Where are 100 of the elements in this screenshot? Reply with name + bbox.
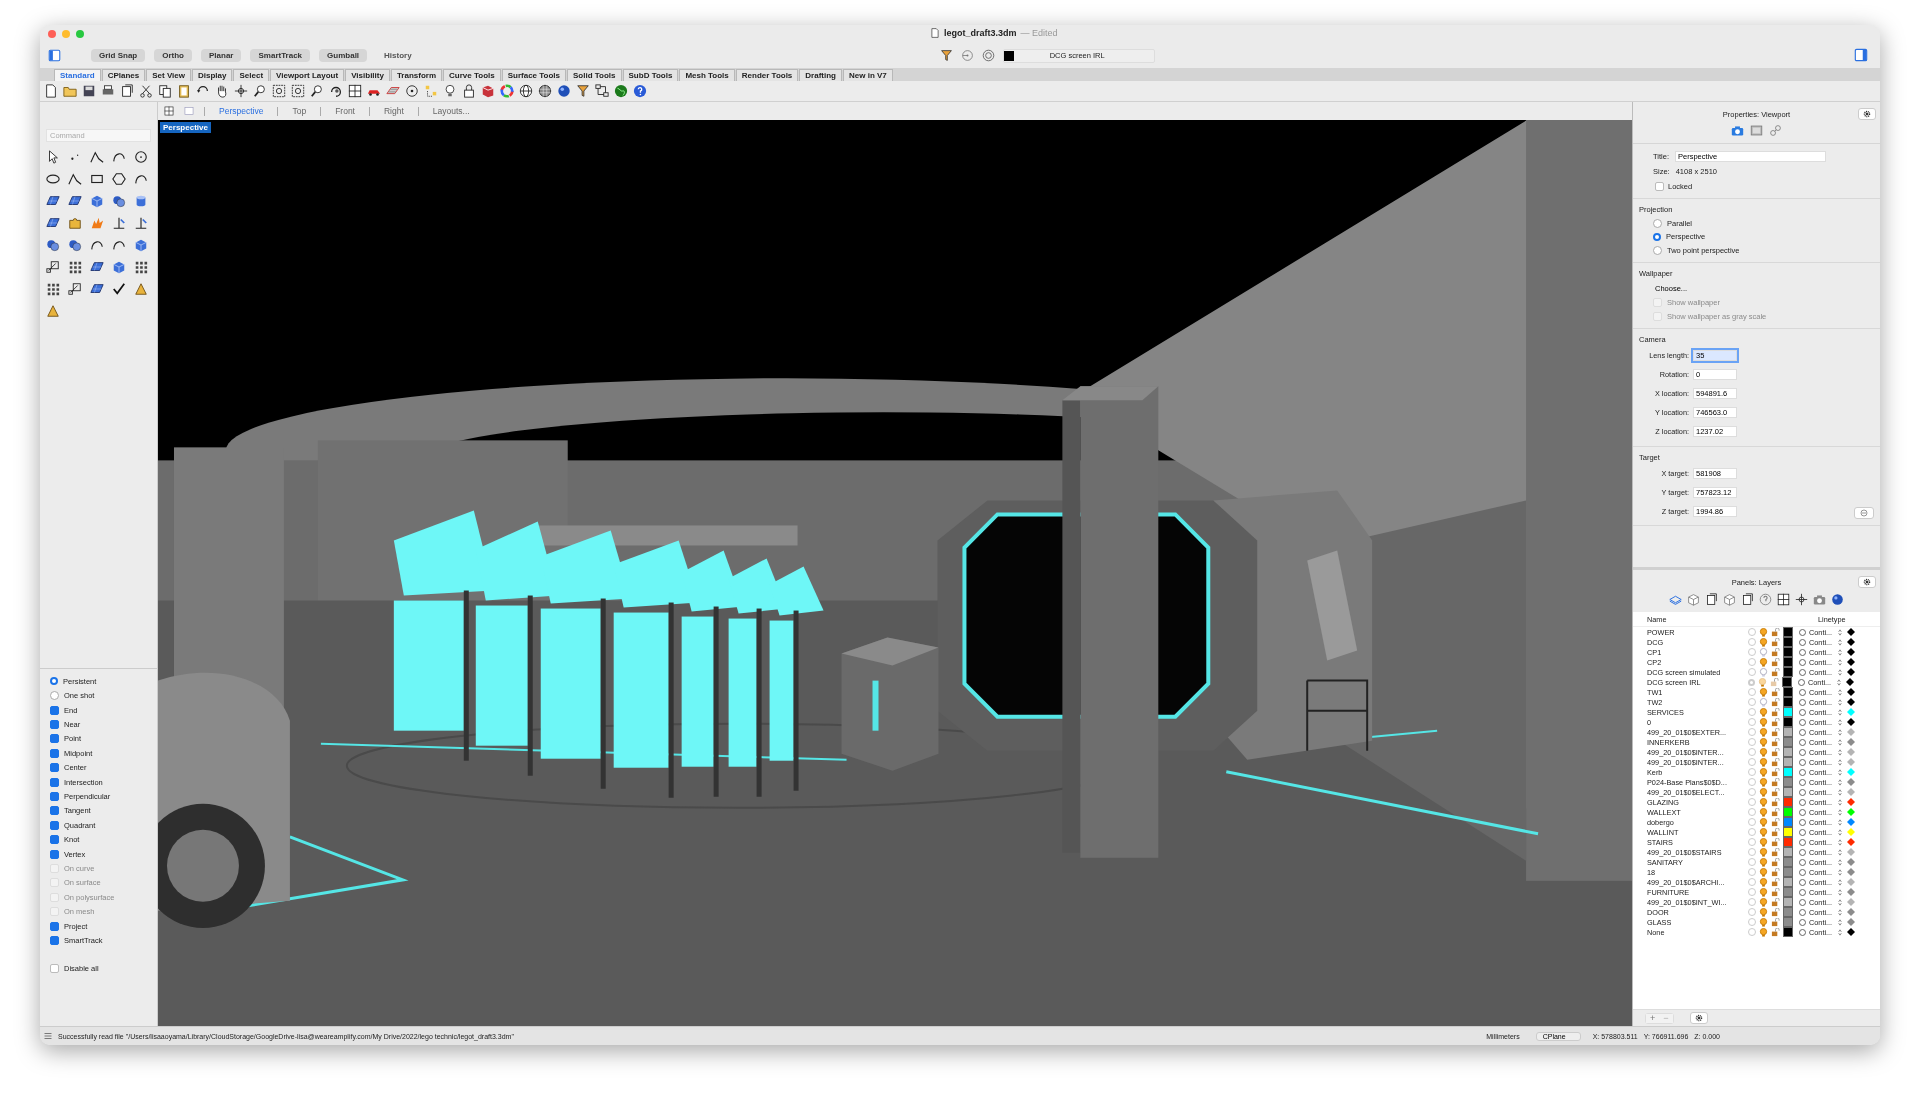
curve-icon[interactable]	[90, 238, 104, 252]
lightbulb-icon[interactable]	[1759, 707, 1768, 717]
padlock-icon[interactable]	[1771, 827, 1780, 837]
padlock-icon[interactable]	[1771, 847, 1780, 857]
padlock-icon[interactable]	[1771, 807, 1780, 817]
surface-icon[interactable]	[90, 260, 104, 274]
checkbox[interactable]	[50, 820, 59, 830]
padlock-icon[interactable]	[1771, 637, 1780, 647]
points-icon[interactable]	[424, 84, 438, 98]
radio-button[interactable]	[1653, 218, 1662, 228]
stepper-icon[interactable]	[1838, 888, 1842, 896]
layer-color-swatch[interactable]	[1783, 777, 1793, 787]
stepper-icon[interactable]	[1837, 678, 1841, 686]
help-icon[interactable]	[633, 84, 647, 98]
list-icon[interactable]	[44, 1032, 52, 1040]
toolbar-tab[interactable]: Render Tools	[735, 69, 799, 81]
stepper-icon[interactable]	[1838, 638, 1842, 646]
checkbox[interactable]	[1655, 181, 1664, 191]
sidebar-icon[interactable]	[48, 49, 61, 62]
padlock-icon[interactable]	[1771, 777, 1780, 787]
line-target-icon[interactable]	[960, 49, 974, 62]
layer-color-swatch[interactable]	[1783, 797, 1793, 807]
padlock-icon[interactable]	[1771, 667, 1780, 677]
current-layer-radio[interactable]	[1748, 728, 1756, 736]
padlock-icon[interactable]	[1771, 887, 1780, 897]
stepper-icon[interactable]	[1838, 798, 1842, 806]
padlock-icon[interactable]	[1771, 767, 1780, 777]
radio-button[interactable]	[50, 677, 58, 686]
toggle-button[interactable]: Ortho	[154, 49, 192, 62]
grid-sphere-icon[interactable]	[538, 84, 552, 98]
lightbulb-icon[interactable]	[1759, 757, 1768, 767]
layer-color-swatch[interactable]	[1783, 627, 1793, 637]
lightbulb-icon[interactable]	[1759, 637, 1768, 647]
stepper-icon[interactable]	[1838, 828, 1842, 836]
padlock-icon[interactable]	[1771, 747, 1780, 757]
stepper-icon[interactable]	[1838, 758, 1842, 766]
layer-color-swatch[interactable]	[1782, 677, 1792, 687]
rectangle-icon[interactable]	[90, 172, 104, 186]
toolbar-tab[interactable]: Viewport Layout	[270, 69, 345, 81]
layer-color-swatch[interactable]	[1783, 737, 1793, 747]
checkbox[interactable]	[50, 705, 59, 715]
hand-icon[interactable]	[215, 84, 229, 98]
box-icon[interactable]	[112, 260, 126, 274]
toggle-button[interactable]: SmartTrack	[250, 49, 311, 62]
page-icon[interactable]	[1705, 593, 1718, 606]
checkbox[interactable]	[50, 734, 59, 744]
curve-icon[interactable]	[112, 238, 126, 252]
layer-color-swatch[interactable]	[1783, 787, 1793, 797]
link-icon[interactable]	[1769, 124, 1782, 137]
cube-icon[interactable]	[1687, 593, 1700, 606]
current-layer-radio[interactable]	[1748, 818, 1756, 826]
check-icon[interactable]	[112, 282, 126, 296]
rings-icon[interactable]	[981, 49, 995, 62]
cube-icon[interactable]	[1723, 593, 1736, 606]
polygon-icon[interactable]	[112, 172, 126, 186]
padlock-icon[interactable]	[1771, 787, 1780, 797]
current-layer-radio[interactable]	[1748, 838, 1756, 846]
clipboard-icon[interactable]	[177, 84, 191, 98]
current-layer-radio[interactable]	[1748, 928, 1756, 936]
view-tab[interactable]: Right	[380, 106, 408, 116]
padlock-icon[interactable]	[1771, 647, 1780, 657]
checkbox[interactable]	[50, 792, 59, 801]
surface-icon[interactable]	[46, 216, 60, 230]
options-button[interactable]	[1858, 576, 1876, 588]
stepper-icon[interactable]	[1838, 698, 1842, 706]
surface-icon[interactable]	[90, 282, 104, 296]
right-sidebar-icon[interactable]	[1854, 47, 1868, 62]
layer-color-swatch[interactable]	[1783, 907, 1793, 917]
toolbar-tab[interactable]: New in V7	[843, 69, 893, 81]
padlock-icon[interactable]	[1771, 717, 1780, 727]
options-button[interactable]	[1858, 108, 1876, 120]
array-icon[interactable]	[68, 260, 82, 274]
padlock-icon[interactable]	[1771, 687, 1780, 697]
layer-color-swatch[interactable]	[1783, 807, 1793, 817]
stepper-icon[interactable]	[1838, 748, 1842, 756]
spheres-icon[interactable]	[112, 194, 126, 208]
toolbar-tab[interactable]: Drafting	[799, 69, 842, 81]
current-layer-radio[interactable]	[1748, 918, 1756, 926]
layer-color-swatch[interactable]	[1783, 847, 1793, 857]
funnel-icon[interactable]	[939, 49, 953, 62]
page-icon[interactable]	[120, 84, 134, 98]
current-layer-radio[interactable]	[1748, 888, 1756, 896]
layer-color-swatch[interactable]	[1783, 817, 1793, 827]
toolbar-tab[interactable]: SubD Tools	[622, 69, 679, 81]
lightbulb-icon[interactable]	[1759, 767, 1768, 777]
stepper-icon[interactable]	[1838, 928, 1842, 936]
checkbox[interactable]	[50, 777, 59, 787]
layer-color-swatch[interactable]	[1783, 897, 1793, 907]
sphere-icon[interactable]	[1831, 593, 1844, 606]
current-layer-radio[interactable]	[1748, 748, 1756, 756]
layer-color-swatch[interactable]	[1783, 747, 1793, 757]
lightbulb-icon[interactable]	[1759, 777, 1768, 787]
lightbulb-icon[interactable]	[1759, 687, 1768, 697]
spheres-icon[interactable]	[46, 238, 60, 252]
flowchart-icon[interactable]	[595, 84, 609, 98]
layer-color-swatch[interactable]	[1783, 757, 1793, 767]
sphere-icon[interactable]	[557, 84, 571, 98]
stepper-icon[interactable]	[1838, 718, 1842, 726]
zoom-window-icon[interactable]	[272, 84, 286, 98]
lightbulb-icon[interactable]	[1759, 747, 1768, 757]
